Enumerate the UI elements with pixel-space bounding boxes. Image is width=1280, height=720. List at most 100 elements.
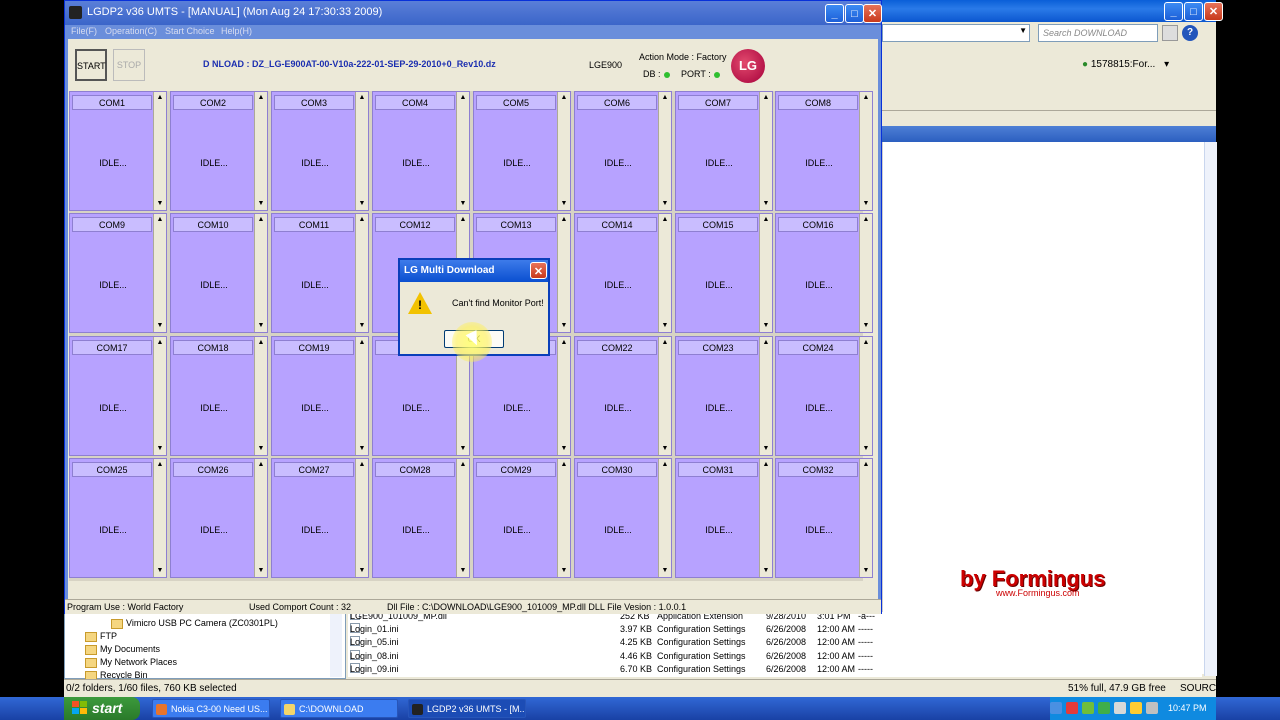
scroll-down-icon[interactable]: ▼ [761,321,771,331]
scrollbar[interactable]: ▲▼ [859,214,872,332]
scroll-down-icon[interactable]: ▼ [861,444,871,454]
scroll-down-icon[interactable]: ▼ [458,444,468,454]
lgdp-titlebar[interactable]: LGDP2 v36 UMTS - [MANUAL] (Mon Aug 24 17… [65,1,882,25]
scroll-down-icon[interactable]: ▼ [256,566,266,576]
scroll-down-icon[interactable]: ▼ [256,444,266,454]
scroll-up-icon[interactable]: ▲ [256,215,266,225]
scroll-up-icon[interactable]: ▲ [861,460,871,470]
scroll-up-icon[interactable]: ▲ [559,93,569,103]
help-icon[interactable]: ? [1182,25,1198,41]
taskbar-item[interactable]: LGDP2 v36 UMTS - [M... [408,699,526,718]
scroll-down-icon[interactable]: ▼ [660,444,670,454]
volume-icon[interactable] [1146,702,1158,714]
close-icon[interactable]: ✕ [1204,2,1223,21]
scrollbar[interactable]: ▲▼ [153,92,166,210]
start-button[interactable]: START [75,49,107,81]
scroll-down-icon[interactable]: ▼ [357,199,367,209]
scroll-up-icon[interactable]: ▲ [660,215,670,225]
scrollbar[interactable]: ▲▼ [355,214,368,332]
scroll-up-icon[interactable]: ▲ [357,215,367,225]
scrollbar[interactable]: ▲▼ [859,337,872,455]
scroll-down-icon[interactable]: ▼ [660,321,670,331]
scroll-down-icon[interactable]: ▼ [761,444,771,454]
scrollbar[interactable]: ▲▼ [658,92,671,210]
scrollbar[interactable]: ▲▼ [456,459,469,577]
scroll-up-icon[interactable]: ▲ [458,460,468,470]
scrollbar[interactable]: ▲▼ [254,459,267,577]
scrollbar[interactable]: ▲▼ [557,459,570,577]
scroll-down-icon[interactable]: ▼ [155,444,165,454]
scroll-up-icon[interactable]: ▲ [559,460,569,470]
scrollbar[interactable]: ▲▼ [658,337,671,455]
scroll-down-icon[interactable]: ▼ [660,199,670,209]
scroll-down-icon[interactable]: ▼ [357,566,367,576]
scroll-up-icon[interactable]: ▲ [660,460,670,470]
scrollbar[interactable]: ▲▼ [759,459,772,577]
scrollbar[interactable]: ▲▼ [658,214,671,332]
scrollbar[interactable]: ▲▼ [254,92,267,210]
scroll-up-icon[interactable]: ▲ [761,338,771,348]
scroll-down-icon[interactable]: ▼ [256,321,266,331]
battery-icon[interactable] [1082,702,1094,714]
stop-button[interactable]: STOP [113,49,145,81]
scroll-down-icon[interactable]: ▼ [256,199,266,209]
update-icon[interactable] [1098,702,1110,714]
scrollbar[interactable]: ▲▼ [254,214,267,332]
scroll-down-icon[interactable]: ▼ [559,321,569,331]
scroll-down-icon[interactable]: ▼ [559,566,569,576]
scrollbar[interactable]: ▲▼ [557,337,570,455]
scrollbar[interactable]: ▲▼ [859,92,872,210]
dialog-titlebar[interactable]: LG Multi Download ✕ [400,260,548,282]
file-row[interactable]: Login_01.ini 3.97 KB Configuration Setti… [348,623,1202,636]
scroll-up-icon[interactable]: ▲ [660,338,670,348]
menu-file[interactable]: File(F) [71,26,97,36]
tree-item[interactable]: My Network Places [85,656,177,669]
scroll-up-icon[interactable]: ▲ [256,338,266,348]
scroll-up-icon[interactable]: ▲ [559,215,569,225]
scroll-down-icon[interactable]: ▼ [458,566,468,576]
scrollbar[interactable]: ▲▼ [153,214,166,332]
scrollbar[interactable]: ▲▼ [759,337,772,455]
usb-icon[interactable] [1114,702,1126,714]
tree-item[interactable]: Vimicro USB PC Camera (ZC0301PL) [111,617,278,630]
minimize-icon[interactable]: _ [1164,2,1183,21]
security-icon[interactable] [1066,702,1078,714]
scroll-down-icon[interactable]: ▼ [155,199,165,209]
scroll-down-icon[interactable]: ▼ [559,199,569,209]
scrollbar[interactable] [1204,142,1217,676]
scrollbar[interactable]: ▲▼ [658,459,671,577]
scroll-down-icon[interactable]: ▼ [155,566,165,576]
network-icon[interactable] [1050,702,1062,714]
scroll-up-icon[interactable]: ▲ [155,215,165,225]
scroll-up-icon[interactable]: ▲ [357,460,367,470]
scroll-up-icon[interactable]: ▲ [256,460,266,470]
scrollbar[interactable]: ▲▼ [355,337,368,455]
scroll-down-icon[interactable]: ▼ [861,321,871,331]
scroll-down-icon[interactable]: ▼ [761,566,771,576]
maximize-icon[interactable]: □ [1184,2,1203,21]
scroll-up-icon[interactable]: ▲ [256,93,266,103]
maximize-icon[interactable]: □ [845,4,864,23]
minimize-icon[interactable]: _ [825,4,844,23]
scrollbar[interactable]: ▲▼ [759,92,772,210]
scroll-up-icon[interactable]: ▲ [660,93,670,103]
scroll-up-icon[interactable]: ▲ [761,460,771,470]
scrollbar[interactable]: ▲▼ [254,337,267,455]
taskbar-item[interactable]: C:\DOWNLOAD [280,699,398,718]
scroll-up-icon[interactable]: ▲ [458,93,468,103]
menu-help[interactable]: Help(H) [221,26,252,36]
scroll-up-icon[interactable]: ▲ [861,93,871,103]
file-row[interactable]: Login_05.ini 4.25 KB Configuration Setti… [348,636,1202,649]
chevron-down-icon[interactable]: ▼ [1019,26,1027,35]
scroll-up-icon[interactable]: ▲ [155,460,165,470]
address-bar[interactable]: ▼ [882,24,1030,42]
scrollbar[interactable]: ▲▼ [859,459,872,577]
scroll-up-icon[interactable]: ▲ [861,215,871,225]
scrollbar[interactable]: ▲▼ [153,337,166,455]
file-row[interactable]: Login_09.ini 6.70 KB Configuration Setti… [348,663,1202,676]
tree-item[interactable]: FTP [85,630,117,643]
menu-start-choice[interactable]: Start Choice [165,26,215,36]
user-selector[interactable]: ● 1578815:For... ▾ [1082,55,1202,75]
scroll-up-icon[interactable]: ▲ [357,338,367,348]
scroll-down-icon[interactable]: ▼ [861,566,871,576]
